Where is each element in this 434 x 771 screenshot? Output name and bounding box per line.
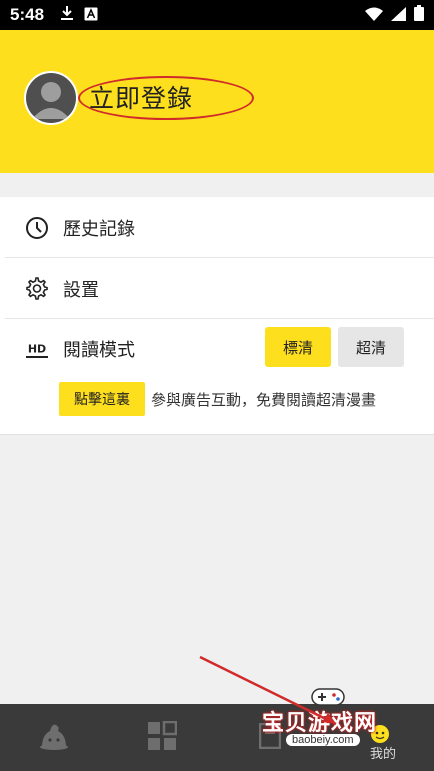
avatar-placeholder-icon: [26, 73, 76, 123]
reading-mode-label: 閱讀模式: [63, 339, 135, 361]
watermark: 宝贝游戏网 baobeiy.com 我的: [258, 685, 408, 767]
download-icon: [60, 5, 74, 25]
menu-card: 歷史記錄 設置 HD 閱讀模式 標清 超清 點擊這裏 參與廣告互動，免費閱讀超清…: [0, 197, 434, 435]
battery-icon: [414, 5, 424, 25]
nav-profile-label: 我的: [370, 747, 397, 762]
clock-icon: [25, 216, 49, 240]
watermark-site: baobeiy.com: [286, 734, 360, 746]
watermark-title: 宝贝游戏网: [262, 711, 378, 736]
status-bar: 5:48: [0, 0, 434, 30]
hd-icon: HD: [25, 337, 49, 361]
grid-icon: [147, 720, 178, 755]
settings-row[interactable]: 設置: [0, 258, 434, 319]
quality-hd-button[interactable]: 超清: [338, 327, 404, 367]
a-icon: [84, 6, 98, 25]
profile-header: 立即登錄: [0, 30, 434, 173]
history-row[interactable]: 歷史記錄: [0, 197, 434, 258]
promo-text: 參與廣告互動，免費閱讀超清漫畫: [151, 391, 377, 409]
wifi-icon: [365, 6, 383, 25]
history-label: 歷史記錄: [63, 218, 135, 240]
annotation-circle: [78, 76, 254, 120]
ad-click-button[interactable]: 點擊這裏: [59, 382, 145, 416]
avatar[interactable]: [24, 71, 78, 125]
gear-icon: [25, 276, 49, 301]
quality-standard-button[interactable]: 標清: [265, 327, 331, 367]
nav-home[interactable]: [24, 704, 84, 771]
svg-text:HD: HD: [28, 342, 46, 355]
signal-icon: [391, 6, 406, 25]
nav-categories[interactable]: [132, 704, 192, 771]
status-time: 5:48: [10, 5, 45, 24]
settings-label: 設置: [63, 279, 99, 301]
home-icon: [38, 721, 70, 755]
status-icons-left: [60, 5, 98, 25]
status-icons-right: [365, 5, 424, 25]
